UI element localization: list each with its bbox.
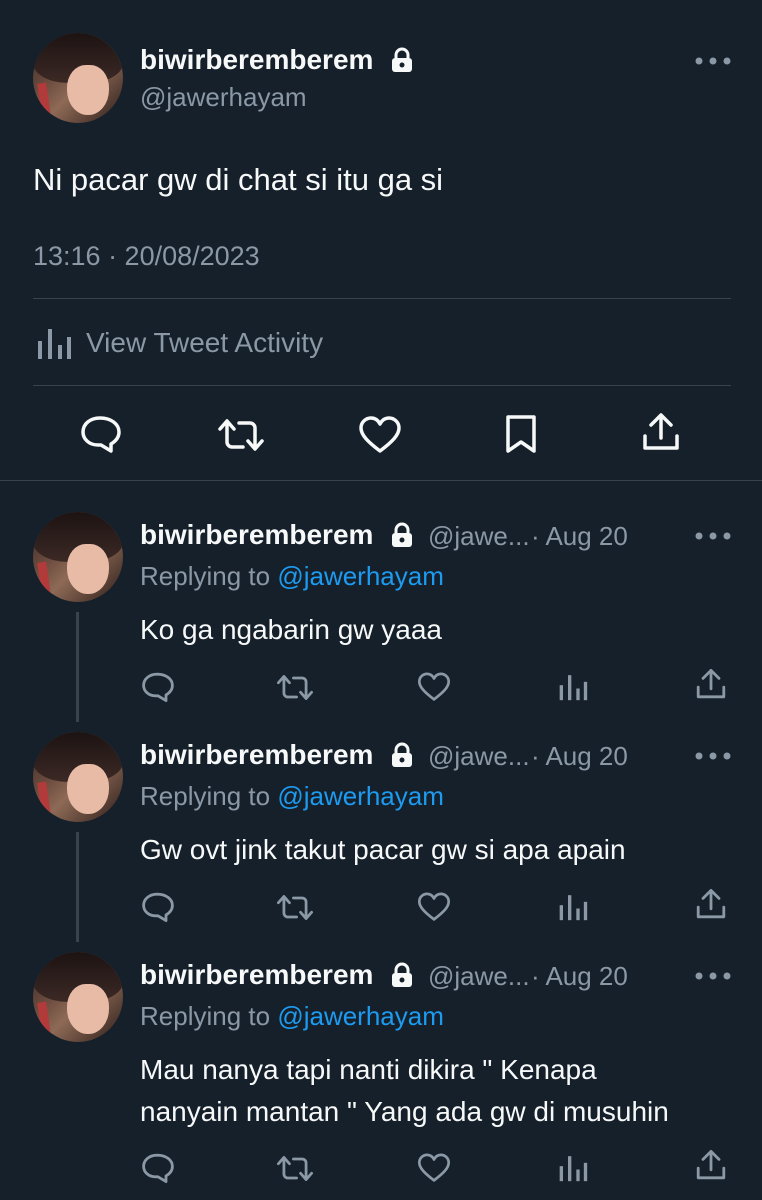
retweet-icon[interactable] (217, 418, 265, 452)
replying-to: Replying to @jawerhayam (140, 561, 444, 592)
thread-line (76, 832, 79, 942)
date[interactable]: · Aug 20 (531, 741, 628, 772)
thread-line (76, 612, 79, 722)
more-icon[interactable] (694, 530, 732, 542)
avatar[interactable] (33, 512, 123, 602)
more-icon[interactable] (694, 750, 732, 762)
replying-prefix: Replying to (140, 1001, 271, 1031)
display-name[interactable]: biwirberemberem (140, 739, 373, 771)
display-name[interactable]: biwirberemberem (140, 44, 373, 76)
reply-text-line-2: nanyain mantan " Yang ada gw di musuhin (140, 1096, 669, 1127)
share-icon[interactable] (641, 412, 681, 452)
lock-icon (390, 522, 414, 548)
retweet-icon[interactable] (276, 1155, 314, 1182)
display-name[interactable]: biwirberemberem (140, 519, 373, 551)
share-icon[interactable] (695, 668, 727, 700)
reply-icon[interactable] (141, 1152, 175, 1184)
like-icon[interactable] (417, 1153, 451, 1183)
lock-icon (390, 47, 414, 73)
tweet-text: Ni pacar gw di chat si itu ga si (33, 162, 444, 197)
timestamp[interactable]: 13:16 · 20/08/2023 (33, 241, 260, 272)
handle[interactable]: @jawe... (428, 521, 530, 552)
view-tweet-activity[interactable]: View Tweet Activity (86, 327, 323, 359)
share-icon[interactable] (695, 1149, 727, 1181)
display-name[interactable]: biwirberemberem (140, 959, 373, 991)
replying-handle[interactable]: @jawerhayam (277, 561, 444, 591)
lock-icon (390, 962, 414, 988)
divider (33, 385, 731, 386)
like-icon[interactable] (358, 416, 402, 454)
activity-icon (36, 325, 72, 359)
like-icon[interactable] (417, 892, 451, 922)
activity-icon[interactable] (558, 891, 588, 921)
share-icon[interactable] (695, 888, 727, 920)
activity-icon[interactable] (558, 671, 588, 701)
reply-text: Gw ovt jink takut pacar gw si apa apain (140, 834, 626, 865)
avatar[interactable] (33, 952, 123, 1042)
avatar[interactable] (33, 33, 123, 123)
more-icon[interactable] (694, 55, 732, 67)
replying-prefix: Replying to (140, 781, 271, 811)
replying-handle[interactable]: @jawerhayam (277, 781, 444, 811)
more-icon[interactable] (694, 970, 732, 982)
divider (0, 480, 762, 481)
replying-handle[interactable]: @jawerhayam (277, 1001, 444, 1031)
handle[interactable]: @jawe... (428, 961, 530, 992)
divider (33, 298, 731, 299)
handle[interactable]: @jawerhayam (140, 82, 307, 113)
replying-to: Replying to @jawerhayam (140, 1001, 444, 1032)
retweet-icon[interactable] (276, 894, 314, 921)
lock-icon (390, 742, 414, 768)
reply-icon[interactable] (141, 891, 175, 923)
like-icon[interactable] (417, 672, 451, 702)
activity-icon[interactable] (558, 1152, 588, 1182)
handle[interactable]: @jawe... (428, 741, 530, 772)
reply-icon[interactable] (80, 414, 122, 454)
retweet-icon[interactable] (276, 674, 314, 701)
replying-prefix: Replying to (140, 561, 271, 591)
reply-icon[interactable] (141, 671, 175, 703)
bookmark-icon[interactable] (505, 414, 537, 454)
replying-to: Replying to @jawerhayam (140, 781, 444, 812)
date[interactable]: · Aug 20 (531, 961, 628, 992)
date[interactable]: · Aug 20 (531, 521, 628, 552)
reply-text: Ko ga ngabarin gw yaaa (140, 614, 442, 645)
avatar[interactable] (33, 732, 123, 822)
reply-text-line-1: Mau nanya tapi nanti dikira " Kenapa (140, 1054, 597, 1085)
